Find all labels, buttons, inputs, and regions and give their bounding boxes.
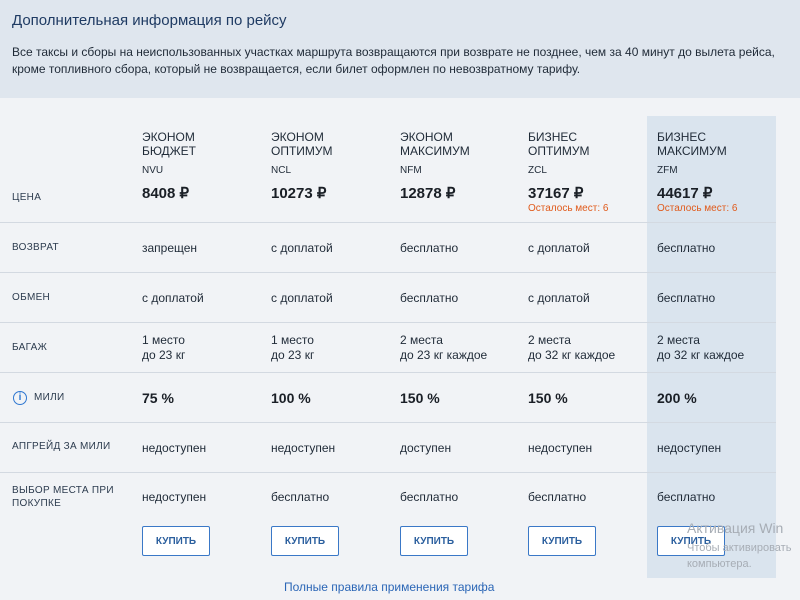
baggage-value: 1 место до 23 кг (271, 333, 314, 363)
row-divider (0, 322, 776, 323)
baggage-count: 2 места (528, 333, 571, 347)
fare-name-line2: МАКСИМУМ (400, 144, 470, 158)
refund-value: с доплатой (271, 241, 333, 255)
miles-value: 200 % (657, 390, 697, 406)
seat-selection-value: бесплатно (528, 490, 587, 504)
miles-value: 150 % (400, 390, 440, 406)
fare-rules-link[interactable]: Полные правила применения тарифа (284, 580, 494, 594)
buy-button-ncl[interactable]: КУПИТЬ (271, 526, 339, 556)
fare-price: 10273 ₽ (271, 185, 327, 202)
seat-selection-label-line1: ВЫБОР МЕСТА ПРИ (12, 485, 114, 496)
refund-value: бесплатно (400, 241, 459, 255)
page-title: Дополнительная информация по рейсу (12, 12, 287, 29)
baggage-weight: до 23 кг каждое (400, 348, 488, 362)
miles-value: 100 % (271, 390, 311, 406)
watermark-line2: компьютера. (687, 558, 752, 570)
buy-button-nfm[interactable]: КУПИТЬ (400, 526, 468, 556)
row-divider (0, 272, 776, 273)
miles-value: 75 % (142, 390, 174, 406)
activation-watermark-text: Чтобы активировать компьютера. (687, 540, 800, 572)
refund-value: с доплатой (528, 241, 590, 255)
price-label: ЦЕНА (12, 192, 42, 203)
seats-left-warning: Осталось мест: 6 (528, 203, 609, 214)
baggage-value: 1 место до 23 кг (142, 333, 185, 363)
baggage-count: 1 место (271, 333, 314, 347)
row-divider (0, 472, 776, 473)
fare-header: БИЗНЕС ОПТИМУМ ZCL (528, 130, 590, 178)
refund-value: запрещен (142, 241, 198, 255)
upgrade-label: АПГРЕЙД ЗА МИЛИ (12, 441, 111, 452)
fare-price: 12878 ₽ (400, 185, 456, 202)
fare-code: NFM (400, 165, 422, 176)
baggage-count: 2 места (400, 333, 443, 347)
fare-price: 8408 ₽ (142, 185, 190, 202)
fare-code: NVU (142, 165, 164, 176)
exchange-value: с доплатой (142, 291, 204, 305)
baggage-weight: до 23 кг (142, 348, 186, 362)
fare-name-line2: ОПТИМУМ (528, 144, 590, 158)
exchange-value: бесплатно (657, 291, 716, 305)
refund-value: бесплатно (657, 241, 716, 255)
fare-price: 37167 ₽ (528, 185, 584, 202)
seat-selection-value: недоступен (142, 490, 207, 504)
watermark-line1: Чтобы активировать (687, 542, 792, 554)
upgrade-value: недоступен (657, 441, 722, 455)
fare-code: NCL (271, 165, 292, 176)
exchange-value: с доплатой (271, 291, 333, 305)
refund-label: ВОЗВРАТ (12, 242, 59, 253)
fare-name-line1: ЭКОНОМ (142, 130, 195, 144)
miles-label: МИЛИ (34, 392, 65, 403)
seat-selection-label-line2: ПОКУПКЕ (12, 498, 62, 509)
refund-note: Все таксы и сборы на неиспользованных уч… (12, 45, 775, 76)
activation-watermark-title: Активация Win (687, 520, 784, 536)
upgrade-value: недоступен (271, 441, 336, 455)
baggage-label: БАГАЖ (12, 342, 48, 353)
fare-header: ЭКОНОМ ОПТИМУМ NCL (271, 130, 333, 178)
baggage-value: 2 места до 32 кг каждое (528, 333, 615, 363)
seats-left-warning: Осталось мест: 6 (657, 203, 738, 214)
fare-header: ЭКОНОМ МАКСИМУМ NFM (400, 130, 470, 178)
baggage-weight: до 23 кг (271, 348, 315, 362)
baggage-weight: до 32 кг каждое (657, 348, 745, 362)
baggage-value: 2 места до 32 кг каждое (657, 333, 744, 363)
flight-info-header: Дополнительная информация по рейсу Все т… (0, 0, 800, 98)
baggage-count: 2 места (657, 333, 700, 347)
seat-selection-value: бесплатно (271, 490, 330, 504)
baggage-count: 1 место (142, 333, 185, 347)
upgrade-value: недоступен (142, 441, 207, 455)
fare-code: ZFM (657, 165, 678, 176)
seat-selection-value: бесплатно (657, 490, 716, 504)
buy-button-nvu[interactable]: КУПИТЬ (142, 526, 210, 556)
fare-header: ЭКОНОМ БЮДЖЕТ NVU (142, 130, 196, 178)
miles-value: 150 % (528, 390, 568, 406)
exchange-value: с доплатой (528, 291, 590, 305)
exchange-value: бесплатно (400, 291, 459, 305)
fare-name-line1: БИЗНЕС (657, 130, 707, 144)
upgrade-value: недоступен (528, 441, 593, 455)
upgrade-value: доступен (400, 441, 452, 455)
fare-name-line1: ЭКОНОМ (271, 130, 324, 144)
fare-price: 44617 ₽ (657, 185, 713, 202)
row-divider (0, 372, 776, 373)
fare-code: ZCL (528, 165, 547, 176)
row-divider (0, 222, 776, 223)
buy-button-zcl[interactable]: КУПИТЬ (528, 526, 596, 556)
fare-name-line2: БЮДЖЕТ (142, 144, 197, 158)
fare-name-line2: ОПТИМУМ (271, 144, 333, 158)
baggage-weight: до 32 кг каждое (528, 348, 616, 362)
baggage-value: 2 места до 23 кг каждое (400, 333, 487, 363)
seat-selection-value: бесплатно (400, 490, 459, 504)
fare-name-line1: БИЗНЕС (528, 130, 578, 144)
row-divider (0, 422, 776, 423)
info-icon[interactable]: i (13, 391, 27, 405)
fare-name-line1: ЭКОНОМ (400, 130, 453, 144)
fare-name-line2: МАКСИМУМ (657, 144, 727, 158)
fare-header: БИЗНЕС МАКСИМУМ ZFM (657, 130, 727, 178)
exchange-label: ОБМЕН (12, 292, 51, 303)
